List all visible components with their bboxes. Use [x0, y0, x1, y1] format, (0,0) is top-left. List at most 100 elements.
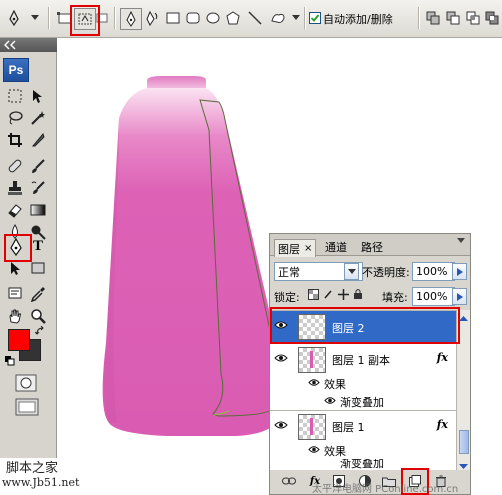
- slice-tool-icon[interactable]: [28, 130, 48, 150]
- effect-eye-icon[interactable]: [308, 444, 320, 457]
- custom-shape-tool-icon[interactable]: [268, 8, 288, 28]
- close-tab-icon[interactable]: ×: [304, 243, 312, 254]
- photoshop-logo[interactable]: Ps: [3, 58, 29, 82]
- subtract-shapes-icon[interactable]: [444, 8, 462, 28]
- default-colors-icon[interactable]: [5, 356, 15, 369]
- layer-thumbnail: [298, 347, 326, 373]
- watermark-site-name: 脚本之家: [6, 461, 59, 476]
- quick-mask-mode-icon[interactable]: [15, 374, 37, 392]
- path-selection-tool-icon[interactable]: [5, 258, 25, 278]
- crop-tool-icon[interactable]: [5, 130, 25, 150]
- blend-mode-dropdown-icon[interactable]: [344, 263, 359, 280]
- layer-name: 图层 1: [332, 421, 365, 434]
- healing-brush-tool-icon[interactable]: [5, 156, 25, 176]
- eraser-tool-icon[interactable]: [5, 200, 25, 220]
- history-brush-tool-icon[interactable]: [28, 178, 48, 198]
- lock-pixels-icon[interactable]: [323, 289, 334, 303]
- magic-wand-tool-icon[interactable]: [28, 108, 48, 128]
- rounded-rectangle-tool-icon[interactable]: [184, 8, 202, 28]
- freeform-pen-tool-icon[interactable]: [142, 8, 162, 28]
- layer-effects-icon[interactable]: fx: [437, 351, 448, 364]
- intersect-shapes-icon[interactable]: [464, 8, 482, 28]
- auto-add-delete-checkbox[interactable]: [308, 8, 322, 28]
- rectangle-tool-icon[interactable]: [164, 8, 182, 28]
- opacity-input[interactable]: 100%: [412, 262, 455, 281]
- gradient-tool-icon[interactable]: [28, 200, 48, 220]
- hand-tool-icon[interactable]: [5, 306, 25, 326]
- fill-arrow-icon[interactable]: [452, 288, 467, 305]
- combine-shapes-icon[interactable]: [424, 8, 442, 28]
- fill-input[interactable]: 100%: [412, 287, 455, 306]
- effects-row[interactable]: 效果: [270, 374, 456, 392]
- opacity-arrow-icon[interactable]: [452, 263, 467, 280]
- lasso-tool-icon[interactable]: [5, 108, 25, 128]
- zoom-tool-icon[interactable]: [28, 306, 48, 326]
- watermark-site-url: www.Jb51.net: [2, 476, 80, 489]
- divider: [48, 7, 50, 29]
- shape-layers-mode-icon[interactable]: [56, 8, 74, 28]
- layer-list-scrollbar[interactable]: [456, 310, 470, 470]
- auto-add-delete-label: 自动添加/删除: [323, 13, 393, 26]
- divider: [418, 7, 420, 29]
- lock-position-icon[interactable]: [338, 289, 349, 303]
- layer-list: 图层 2 图层 1 副本 fx 效果 渐变叠加 图层 1 fx 效果 渐变叠加: [270, 310, 456, 470]
- scroll-thumb[interactable]: [459, 430, 469, 454]
- effect-eye-icon[interactable]: [324, 395, 336, 408]
- swap-colors-icon[interactable]: [34, 325, 45, 339]
- shape-options-arrow-icon[interactable]: [291, 8, 301, 28]
- ellipse-tool-icon[interactable]: [204, 8, 222, 28]
- opacity-value: 100%: [416, 265, 448, 278]
- effect-eye-icon[interactable]: [308, 377, 320, 390]
- preset-dropdown-arrow-icon[interactable]: [30, 8, 40, 28]
- lock-transparency-icon[interactable]: [308, 289, 319, 303]
- effects-label: 效果: [324, 445, 346, 458]
- layer-row[interactable]: 图层 2: [270, 310, 456, 343]
- pen-tool-preset-icon[interactable]: [4, 8, 24, 28]
- pen-tool-icon[interactable]: [5, 236, 27, 258]
- fill-pixels-mode-icon[interactable]: [95, 8, 109, 28]
- line-tool-icon[interactable]: [246, 8, 264, 28]
- type-tool-icon[interactable]: T: [28, 236, 48, 256]
- layer-effects-icon[interactable]: fx: [437, 418, 448, 431]
- brush-tool-icon[interactable]: [28, 156, 48, 176]
- notes-tool-icon[interactable]: [5, 284, 25, 304]
- visibility-eye-icon[interactable]: [274, 320, 290, 332]
- layer-row[interactable]: 图层 1 副本 fx: [270, 343, 456, 374]
- gradient-overlay-label: 渐变叠加: [340, 396, 384, 409]
- tab-channels[interactable]: 通道: [322, 239, 350, 255]
- move-tool-icon[interactable]: [28, 86, 48, 106]
- blend-mode-value: 正常: [278, 265, 300, 279]
- toolbox-grip[interactable]: [0, 38, 57, 52]
- layer-name: 图层 1 副本: [332, 354, 390, 367]
- panel-menu-icon[interactable]: [456, 236, 466, 249]
- visibility-eye-icon[interactable]: [274, 353, 290, 365]
- link-layers-icon[interactable]: [282, 474, 296, 488]
- clone-stamp-tool-icon[interactable]: [5, 178, 25, 198]
- paths-mode-icon[interactable]: [74, 8, 96, 30]
- eyedropper-tool-icon[interactable]: [28, 284, 48, 304]
- tab-layers[interactable]: 图层 ×: [274, 239, 317, 257]
- visibility-eye-icon[interactable]: [274, 420, 290, 432]
- divider: [114, 7, 116, 29]
- watermark-pconline: 太平洋电脑网 PConline.com.cn: [312, 484, 459, 495]
- scroll-up-icon[interactable]: [459, 312, 468, 325]
- polygon-tool-icon[interactable]: [224, 8, 242, 28]
- screen-mode-icon[interactable]: [15, 398, 39, 416]
- layer-name: 图层 2: [332, 322, 365, 335]
- rectangle-shape-tool-icon[interactable]: [28, 258, 48, 278]
- exclude-shapes-icon[interactable]: [483, 8, 501, 28]
- tab-paths[interactable]: 路径: [358, 239, 386, 255]
- pen-tool-icon[interactable]: [120, 8, 142, 30]
- gradient-overlay-row[interactable]: 渐变叠加: [270, 459, 456, 470]
- rectangular-marquee-tool-icon[interactable]: [5, 86, 25, 106]
- lock-label: 锁定:: [274, 291, 300, 304]
- layer-row[interactable]: 图层 1 fx: [270, 410, 456, 441]
- tab-paths-label: 路径: [361, 241, 383, 254]
- foreground-color-swatch[interactable]: [8, 329, 30, 351]
- effects-row[interactable]: 效果: [270, 441, 456, 459]
- gradient-overlay-label: 渐变叠加: [340, 459, 384, 470]
- gradient-overlay-row[interactable]: 渐变叠加: [270, 392, 456, 410]
- fill-value: 100%: [416, 290, 448, 303]
- lock-all-icon[interactable]: [353, 288, 363, 303]
- layer-thumbnail: [298, 314, 326, 340]
